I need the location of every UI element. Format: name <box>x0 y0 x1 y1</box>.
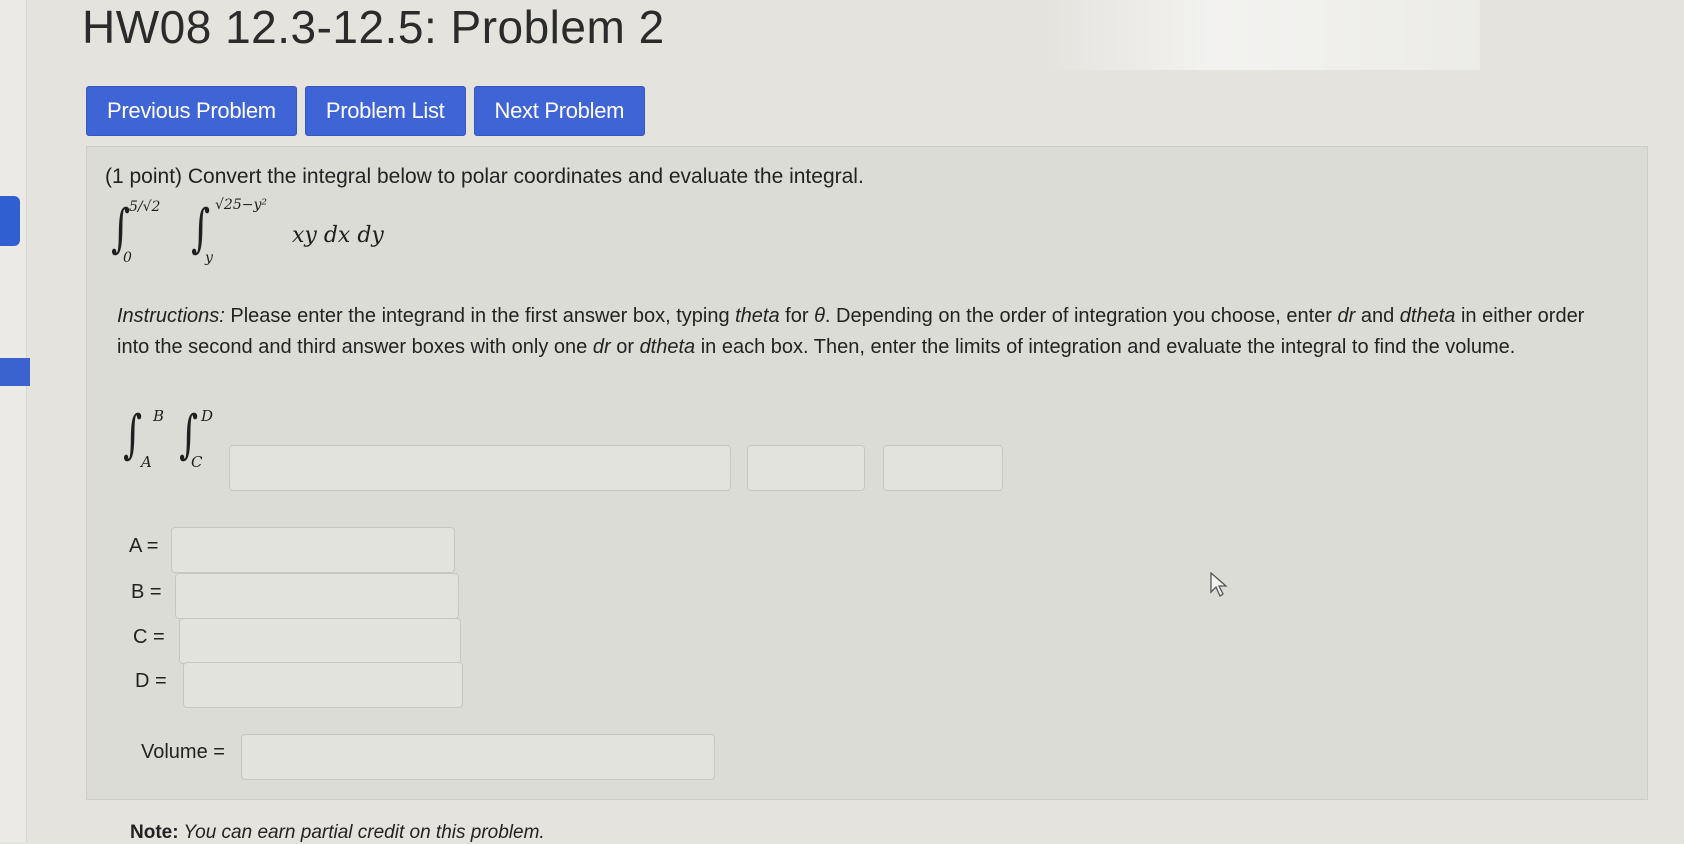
left-sidebar-rail <box>0 0 27 842</box>
mouse-pointer-icon <box>1210 572 1228 597</box>
sidebar-marker[interactable] <box>0 358 30 386</box>
problem-panel: (1 point) Convert the integral below to … <box>86 146 1648 800</box>
second-differential-input[interactable] <box>883 445 1003 491</box>
limit-c-input[interactable] <box>179 618 461 664</box>
instructions-part: and <box>1355 305 1400 327</box>
partial-credit-note: Note: You can earn partial credit on thi… <box>130 822 545 844</box>
instructions-part: Please enter the integrand in the first … <box>224 305 736 327</box>
answer-outer-upper-limit: B <box>153 407 165 425</box>
inner-upper-limit: √25−y² <box>215 197 267 213</box>
first-differential-input[interactable] <box>747 445 865 491</box>
outer-upper-limit: 5/√2 <box>129 199 161 215</box>
instructions-label: Instructions: <box>117 305 225 327</box>
instructions-term: dr <box>592 336 611 358</box>
limit-d-label: D = <box>135 670 167 692</box>
limit-a-input[interactable] <box>171 527 455 573</box>
answer-outer-integral-sign: ∫ <box>123 405 143 465</box>
note-text: You can earn partial credit on this prob… <box>178 822 545 843</box>
volume-input[interactable] <box>241 734 715 780</box>
limit-a-label: A = <box>129 535 159 557</box>
note-label: Note: <box>130 822 179 843</box>
problem-navigation: Previous Problem Problem List Next Probl… <box>86 86 646 136</box>
instructions-text: Instructions: Please enter the integrand… <box>117 301 1617 363</box>
answer-inner-lower-limit: C <box>191 453 203 471</box>
integrand-expression: xy dx dy <box>292 223 384 248</box>
instructions-part: . Depending on the order of integration … <box>824 305 1338 327</box>
instructions-part: for <box>779 305 815 327</box>
screen-glare <box>1040 0 1480 70</box>
limit-b-label: B = <box>131 581 162 603</box>
problem-prompt: (1 point) Convert the integral below to … <box>105 165 864 188</box>
instructions-part: or <box>610 336 640 358</box>
previous-problem-button[interactable]: Previous Problem <box>86 86 297 136</box>
page-title: HW08 12.3-12.5: Problem 2 <box>82 1 665 53</box>
outer-lower-limit: 0 <box>123 250 132 266</box>
volume-label: Volume = <box>141 741 225 763</box>
limit-b-input[interactable] <box>175 573 459 619</box>
answer-outer-lower-limit: A <box>141 453 152 471</box>
inner-lower-limit: y <box>205 250 213 266</box>
limit-d-input[interactable] <box>183 662 463 708</box>
inner-integral-sign: ∫ <box>191 199 211 259</box>
instructions-term: theta <box>735 305 780 327</box>
instructions-term: dr <box>1337 305 1356 327</box>
outer-integral-sign: ∫ <box>111 199 131 259</box>
instructions-term: dtheta <box>639 336 696 358</box>
problem-list-button[interactable]: Problem List <box>304 86 466 136</box>
limit-c-label: C = <box>133 626 165 648</box>
theta-symbol: θ <box>814 305 825 327</box>
integrand-answer-input[interactable] <box>229 445 731 491</box>
next-problem-button[interactable]: Next Problem <box>473 86 646 136</box>
instructions-term: dtheta <box>1399 305 1456 327</box>
instructions-part: in each box. Then, enter the limits of i… <box>695 336 1516 358</box>
sidebar-active-marker[interactable] <box>0 196 20 246</box>
answer-inner-upper-limit: D <box>201 407 214 425</box>
